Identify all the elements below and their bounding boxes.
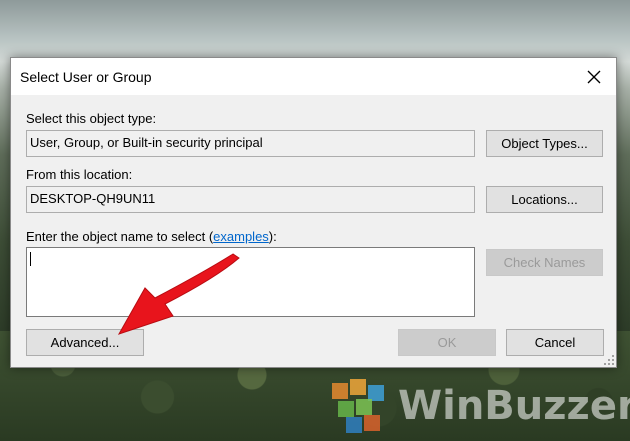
location-label: From this location:	[26, 167, 133, 182]
close-button[interactable]	[571, 58, 616, 95]
winbuzzer-logo-icon	[332, 379, 384, 433]
object-types-button[interactable]: Object Types...	[486, 130, 603, 157]
resize-grip-icon[interactable]	[604, 355, 614, 365]
dialog-title: Select User or Group	[20, 69, 152, 85]
location-field: DESKTOP-QH9UN11	[26, 186, 475, 213]
ok-button[interactable]: OK	[398, 329, 496, 356]
object-type-label: Select this object type:	[26, 111, 157, 126]
watermark-text: WinBuzzer	[398, 383, 630, 429]
red-arrow-annotation-icon	[117, 253, 240, 335]
winbuzzer-watermark: WinBuzzer	[328, 375, 630, 437]
cancel-button[interactable]: Cancel	[506, 329, 604, 356]
title-bar: Select User or Group	[11, 58, 616, 95]
check-names-button[interactable]: Check Names	[486, 249, 603, 276]
examples-link[interactable]: examples	[213, 229, 269, 244]
object-type-field: User, Group, or Built-in security princi…	[26, 130, 475, 157]
text-caret	[30, 252, 31, 266]
object-name-label-suffix: ):	[268, 229, 277, 244]
object-name-input[interactable]	[26, 247, 475, 317]
close-icon	[587, 70, 600, 83]
locations-button[interactable]: Locations...	[486, 186, 603, 213]
select-user-or-group-dialog: Select User or Group Select this object …	[10, 57, 617, 368]
object-name-label: Enter the object name to select (example…	[26, 229, 277, 244]
object-name-label-text: Enter the object name to select (	[26, 229, 214, 244]
